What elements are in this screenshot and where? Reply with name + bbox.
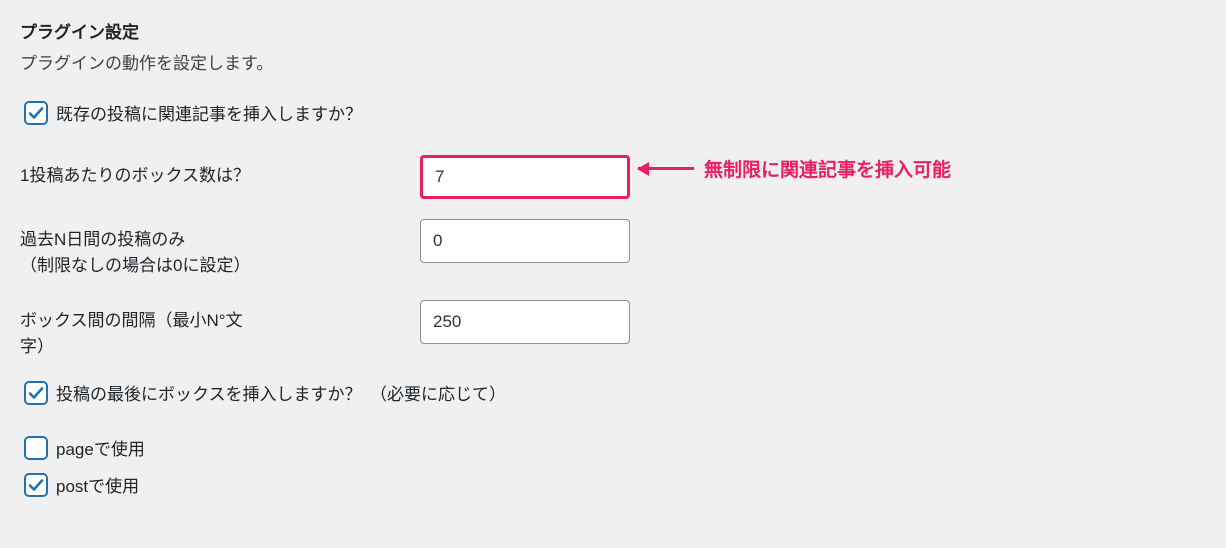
insert-related-row: 既存の投稿に関連記事を挿入しますか？ [24,100,1206,125]
box-spacing-label: ボックス間の間隔（最小N°文 字） [20,300,420,361]
boxes-per-post-annotation: 無制限に関連記事を挿入可能 [638,155,951,182]
use-in-page-checkbox[interactable] [24,436,48,460]
use-in-page-row: pageで使用 [24,435,1206,460]
check-icon [28,477,44,493]
past-n-days-label: 過去N日間の投稿のみ （制限なしの場合は0に設定） [20,219,420,280]
past-n-days-input[interactable] [420,219,630,263]
past-n-days-row: 過去N日間の投稿のみ （制限なしの場合は0に設定） [20,219,1206,280]
insert-related-label[interactable]: 既存の投稿に関連記事を挿入しますか？ [56,100,362,125]
insert-at-end-row: 投稿の最後にボックスを挿入しますか？ （必要に応じて） [24,380,1206,405]
check-icon [28,105,44,121]
insert-at-end-checkbox[interactable] [24,381,48,405]
use-in-post-row: postで使用 [24,472,1206,497]
plugin-settings-section: プラグイン設定 プラグインの動作を設定します。 既存の投稿に関連記事を挿入します… [20,18,1206,497]
arrow-left-icon [638,167,694,170]
insert-at-end-label[interactable]: 投稿の最後にボックスを挿入しますか？ （必要に応じて） [56,380,506,405]
box-spacing-row: ボックス間の間隔（最小N°文 字） [20,300,1206,361]
section-description: プラグインの動作を設定します。 [20,49,1206,74]
boxes-per-post-row: 1投稿あたりのボックス数は？ 無制限に関連記事を挿入可能 [20,155,1206,199]
use-in-page-label[interactable]: pageで使用 [56,435,145,460]
use-in-post-checkbox[interactable] [24,473,48,497]
check-icon [28,385,44,401]
annotation-text: 無制限に関連記事を挿入可能 [704,155,951,182]
boxes-per-post-label: 1投稿あたりのボックス数は？ [20,155,420,189]
use-in-post-label[interactable]: postで使用 [56,472,139,497]
box-spacing-input[interactable] [420,300,630,344]
boxes-per-post-input[interactable] [420,155,630,199]
insert-related-checkbox[interactable] [24,101,48,125]
section-title: プラグイン設定 [20,18,1206,43]
